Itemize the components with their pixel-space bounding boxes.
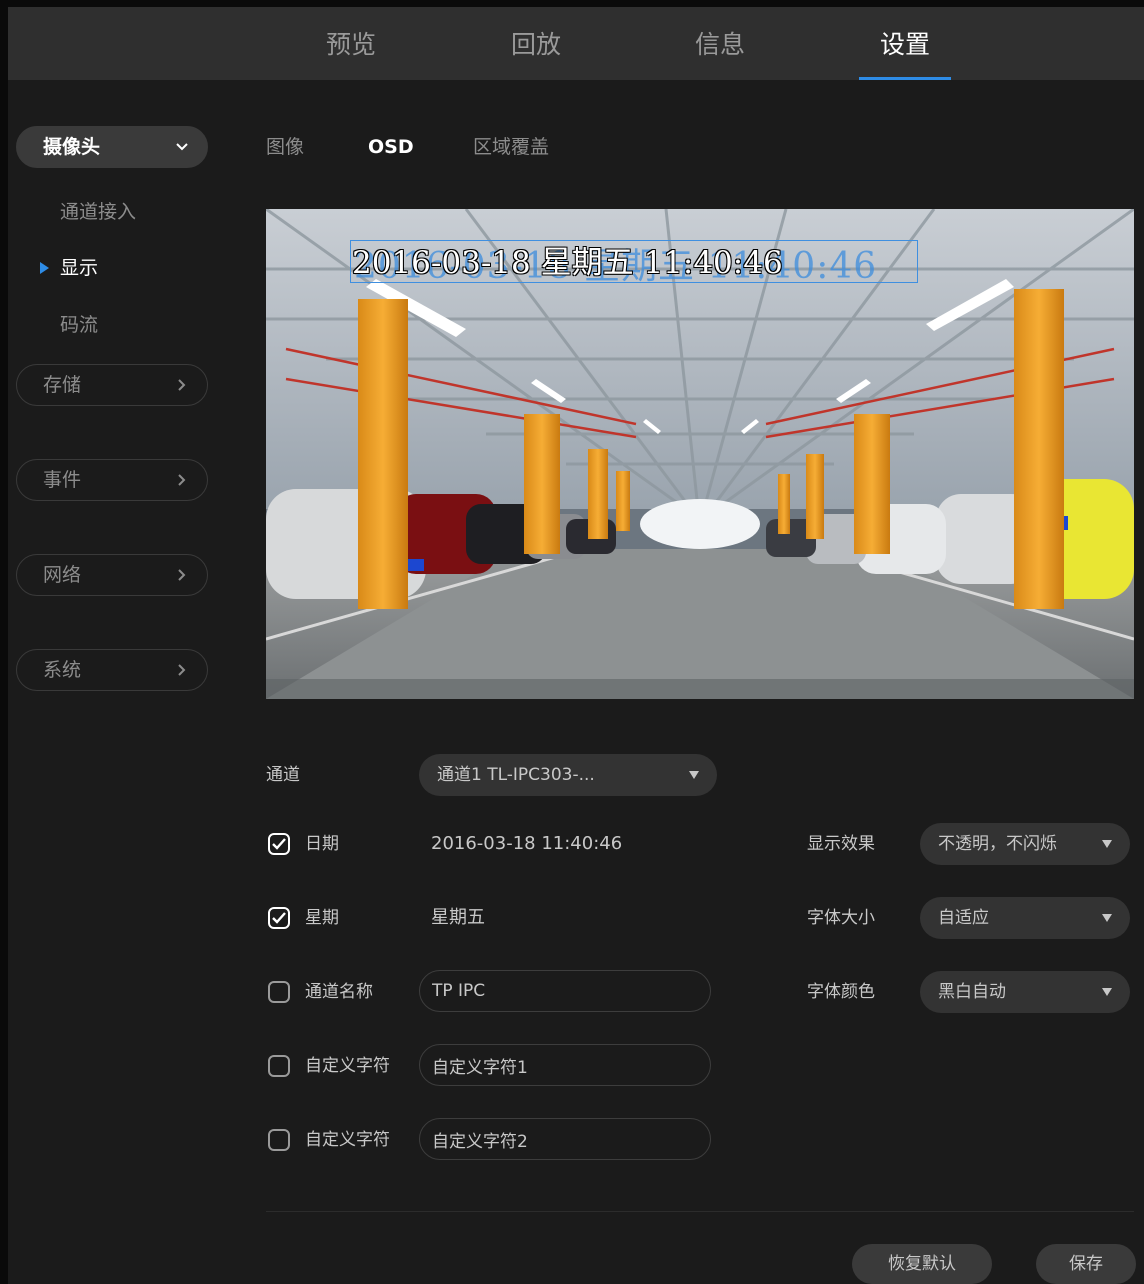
font-color-value: 黑白自动 [938,982,1006,1002]
top-edge [0,0,1144,7]
display-effect-value: 不透明，不闪烁 [938,834,1057,854]
custom-text-1-input[interactable] [419,1044,711,1086]
font-color-select[interactable]: 黑白自动 [920,971,1130,1013]
weekday-value: 星期五 [431,907,485,928]
sidebar-item-channel-access[interactable]: 通道接入 [60,198,136,226]
sidebar-item-stream[interactable]: 码流 [60,311,98,339]
sidebar-group-storage[interactable]: 存储 [16,364,208,406]
sidebar-group-event-label: 事件 [43,469,82,491]
divider [266,1211,1134,1212]
sidebar-group-network-label: 网络 [43,564,82,586]
left-edge [0,0,8,1284]
font-size-value: 自适应 [938,908,989,928]
sidebar-group-system[interactable]: 系统 [16,649,208,691]
channel-label: 通道 [266,765,300,785]
checkmark-icon [272,838,286,850]
checkmark-icon [272,912,286,924]
top-navigation: 预览 回放 信息 设置 [8,7,1144,80]
save-button[interactable]: 保存 [1036,1244,1136,1284]
subtab-privacy-mask[interactable]: 区域覆盖 [473,132,549,162]
custom-text-1-label: 自定义字符 [305,1056,390,1076]
restore-default-button[interactable]: 恢复默认 [852,1244,992,1284]
subtab-osd[interactable]: OSD [368,132,414,162]
sidebar-group-camera[interactable]: 摄像头 [16,126,208,168]
tab-settings[interactable]: 设置 [859,7,951,80]
sidebar-group-storage-label: 存储 [43,374,82,396]
tab-playback[interactable]: 回放 [490,7,582,80]
sidebar-group-camera-label: 摄像头 [43,136,101,158]
channel-name-checkbox[interactable] [268,981,290,1003]
dropdown-arrow-icon [689,771,699,779]
weekday-checkbox[interactable] [268,907,290,929]
active-marker-icon [40,262,49,274]
weekday-label: 星期 [305,908,339,928]
sidebar-item-display[interactable]: 显示 [60,254,98,282]
dropdown-arrow-icon [1102,914,1112,922]
channel-select-value: 通道1 TL-IPC303-... [437,765,595,785]
chevron-right-icon [175,650,189,690]
sidebar-group-event[interactable]: 事件 [16,459,208,501]
chevron-down-icon [175,127,189,167]
tab-preview[interactable]: 预览 [305,7,397,80]
custom-text-2-checkbox[interactable] [268,1129,290,1151]
chevron-right-icon [175,460,189,500]
tab-info[interactable]: 信息 [674,7,766,80]
custom-text-2-label: 自定义字符 [305,1130,390,1150]
sidebar-group-network[interactable]: 网络 [16,554,208,596]
date-checkbox[interactable] [268,833,290,855]
subtab-image[interactable]: 图像 [266,132,304,162]
camera-preview[interactable]: 2016-03-18 星期五 11:40:46 2016-03-18 星期五 1… [266,209,1134,699]
settings-page: 预览 回放 信息 设置 摄像头 通道接入 显示 码流 存储 事件 网络 系统 图… [0,0,1144,1284]
font-color-label: 字体颜色 [807,982,875,1002]
display-effect-label: 显示效果 [807,834,875,854]
channel-select[interactable]: 通道1 TL-IPC303-... [419,754,717,796]
channel-name-input[interactable] [419,970,711,1012]
chevron-right-icon [175,365,189,405]
channel-name-label: 通道名称 [305,982,373,1002]
custom-text-1-checkbox[interactable] [268,1055,290,1077]
display-effect-select[interactable]: 不透明，不闪烁 [920,823,1130,865]
dropdown-arrow-icon [1102,840,1112,848]
date-label: 日期 [305,834,339,854]
osd-date-time-text: 2016-03-18 星期五 11:40:46 [352,245,783,281]
chevron-right-icon [175,555,189,595]
sidebar-group-system-label: 系统 [43,659,82,681]
dropdown-arrow-icon [1102,988,1112,996]
font-size-select[interactable]: 自适应 [920,897,1130,939]
date-value: 2016-03-18 11:40:46 [431,833,623,854]
custom-text-2-input[interactable] [419,1118,711,1160]
font-size-label: 字体大小 [807,908,875,928]
